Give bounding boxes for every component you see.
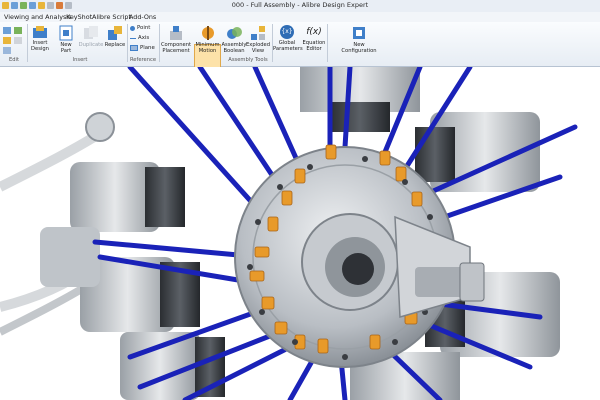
component-placement-icon <box>170 26 182 40</box>
group-separator <box>327 24 328 62</box>
point-icon <box>130 25 135 31</box>
assembly-boolean-button[interactable]: Assembly Boolean <box>221 25 247 54</box>
menu-item-alibre-script[interactable]: Alibre Script <box>92 13 131 21</box>
new-configuration-button[interactable]: New Configuration <box>337 25 381 54</box>
duplicate-button[interactable]: Duplicate <box>78 25 104 48</box>
duplicate-icon <box>84 26 98 39</box>
menu-item-keyshot[interactable]: KeyShot <box>66 13 92 21</box>
assembly-boolean-icon <box>227 27 242 39</box>
ribbon: Edit Insert Design New Part Duplicate Re… <box>0 22 600 78</box>
replace-button[interactable]: Replace <box>104 25 126 48</box>
minimum-motion-icon <box>201 26 214 40</box>
prop-nut <box>459 262 485 302</box>
global-parameters-icon: {x} <box>280 25 294 39</box>
new-part-icon <box>59 25 73 41</box>
component-placement-button[interactable]: Component Placement <box>160 25 192 54</box>
cylinder-top <box>300 67 420 132</box>
crankshaft-bore <box>342 253 374 285</box>
plane-icon <box>130 45 138 51</box>
radial-engine-model <box>0 67 578 400</box>
group-label-assembly-tools: Assembly Tools <box>228 57 268 63</box>
minimum-motion-button[interactable]: Minimum Motion <box>193 25 222 54</box>
new-configuration-icon <box>353 27 365 39</box>
insert-design-icon <box>33 26 47 38</box>
exploded-view-button[interactable]: Exploded View <box>246 25 270 54</box>
point-button[interactable]: Point <box>130 25 150 31</box>
group-label-edit: Edit <box>8 57 20 63</box>
edit-tools-icon[interactable] <box>2 26 24 56</box>
menu-item-add-ons[interactable]: Add-Ons <box>129 13 156 21</box>
group-label-reference: Reference <box>129 57 157 63</box>
replace-icon <box>108 26 122 40</box>
group-separator <box>27 24 28 62</box>
intake-port <box>85 112 115 142</box>
new-part-button[interactable]: New Part <box>55 25 77 54</box>
equation-editor-icon: f(x) <box>306 27 322 37</box>
equation-editor-button[interactable]: f(x) Equation Editor <box>302 25 326 52</box>
3d-viewport[interactable] <box>0 67 600 400</box>
axis-icon <box>130 37 136 39</box>
window-title: 000 - Full Assembly - Alibre Design Expe… <box>231 1 369 9</box>
menu-item-viewing-and-analysis[interactable]: Viewing and Analysis <box>4 13 71 21</box>
plane-button[interactable]: Plane <box>130 45 155 51</box>
cylinder-left-upper <box>70 162 185 232</box>
axis-button[interactable]: Axis <box>130 35 149 41</box>
global-parameters-button[interactable]: {x} Global Parameters <box>273 25 303 52</box>
group-label-insert: Insert <box>72 57 88 63</box>
exploded-view-icon <box>251 26 265 40</box>
rocker-cover <box>40 227 100 287</box>
insert-design-button[interactable]: Insert Design <box>29 25 51 52</box>
